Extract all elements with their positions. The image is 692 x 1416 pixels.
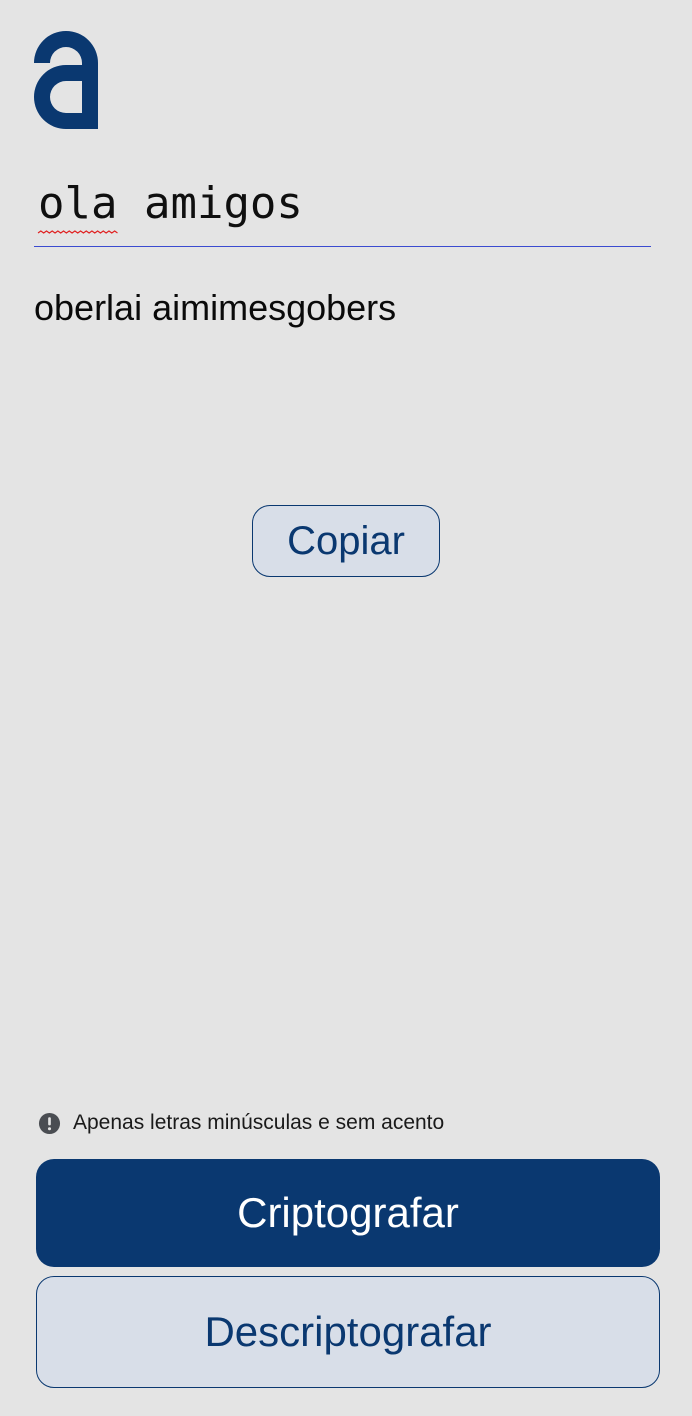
info-message: Apenas letras minúsculas e sem acento — [38, 1110, 444, 1136]
spellcheck-word: ola — [37, 178, 118, 234]
spellcheck-squiggle-icon — [37, 230, 118, 234]
output-text: oberlai aimimesgobers — [34, 287, 397, 328]
input-word-misspelled: ola — [38, 178, 118, 229]
text-input[interactable]: ola amigos — [34, 168, 651, 247]
copy-button[interactable]: Copiar — [252, 505, 440, 577]
text-input-value[interactable]: ola amigos — [37, 176, 303, 234]
exclamation-circle-icon — [38, 1112, 61, 1134]
info-text: Apenas letras minúsculas e sem acento — [73, 1111, 445, 1134]
decrypt-button[interactable]: Descriptografar — [36, 1276, 660, 1388]
alura-logo-icon — [34, 31, 98, 129]
encrypt-button[interactable]: Criptografar — [36, 1159, 660, 1267]
input-word: amigos — [117, 178, 303, 229]
